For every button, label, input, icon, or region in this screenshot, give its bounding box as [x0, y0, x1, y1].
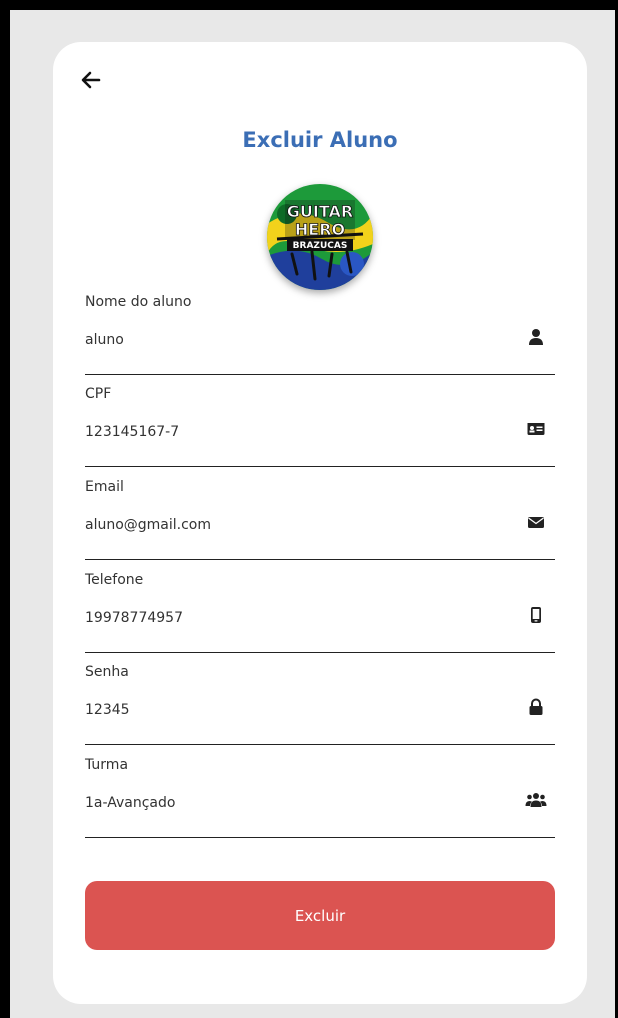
field-label: Telefone [85, 572, 144, 588]
field-label: CPF [85, 386, 112, 402]
password-field: Senha [85, 664, 555, 745]
email-field: Email [85, 479, 555, 560]
id-card-icon [527, 420, 545, 438]
guitar-hero-logo: GUITAR HERO BRAZUCAS [267, 184, 373, 290]
student-name-input[interactable] [85, 332, 505, 348]
field-label: Turma [85, 757, 129, 773]
user-icon [527, 328, 545, 346]
back-arrow-icon[interactable] [79, 68, 103, 92]
class-input[interactable] [85, 795, 505, 811]
lock-icon [527, 698, 545, 716]
logo-text-guitar: GUITAR [287, 202, 353, 221]
cpf-field: CPF [85, 386, 555, 467]
form-card: Excluir Aluno GUITAR HERO BRAZUCAS Nome … [53, 42, 587, 1004]
window-frame-top [0, 0, 618, 10]
field-label: Senha [85, 664, 129, 680]
phone-field: Telefone [85, 572, 555, 653]
logo-text-hero: HERO [295, 220, 345, 239]
password-input[interactable] [85, 702, 505, 718]
logo-text-brazucas: BRAZUCAS [293, 241, 348, 251]
field-label: Email [85, 479, 124, 495]
field-label: Nome do aluno [85, 294, 192, 310]
phone-input[interactable] [85, 610, 505, 626]
envelope-icon [527, 513, 545, 531]
email-input[interactable] [85, 517, 505, 533]
class-field: Turma [85, 757, 555, 838]
users-icon [525, 791, 547, 809]
page-title: Excluir Aluno [242, 128, 398, 152]
window-frame-left [0, 0, 10, 1018]
cpf-input[interactable] [85, 424, 505, 440]
student-name-field: Nome do aluno [85, 294, 555, 375]
mobile-phone-icon [527, 606, 545, 624]
delete-button[interactable]: Excluir [85, 881, 555, 950]
